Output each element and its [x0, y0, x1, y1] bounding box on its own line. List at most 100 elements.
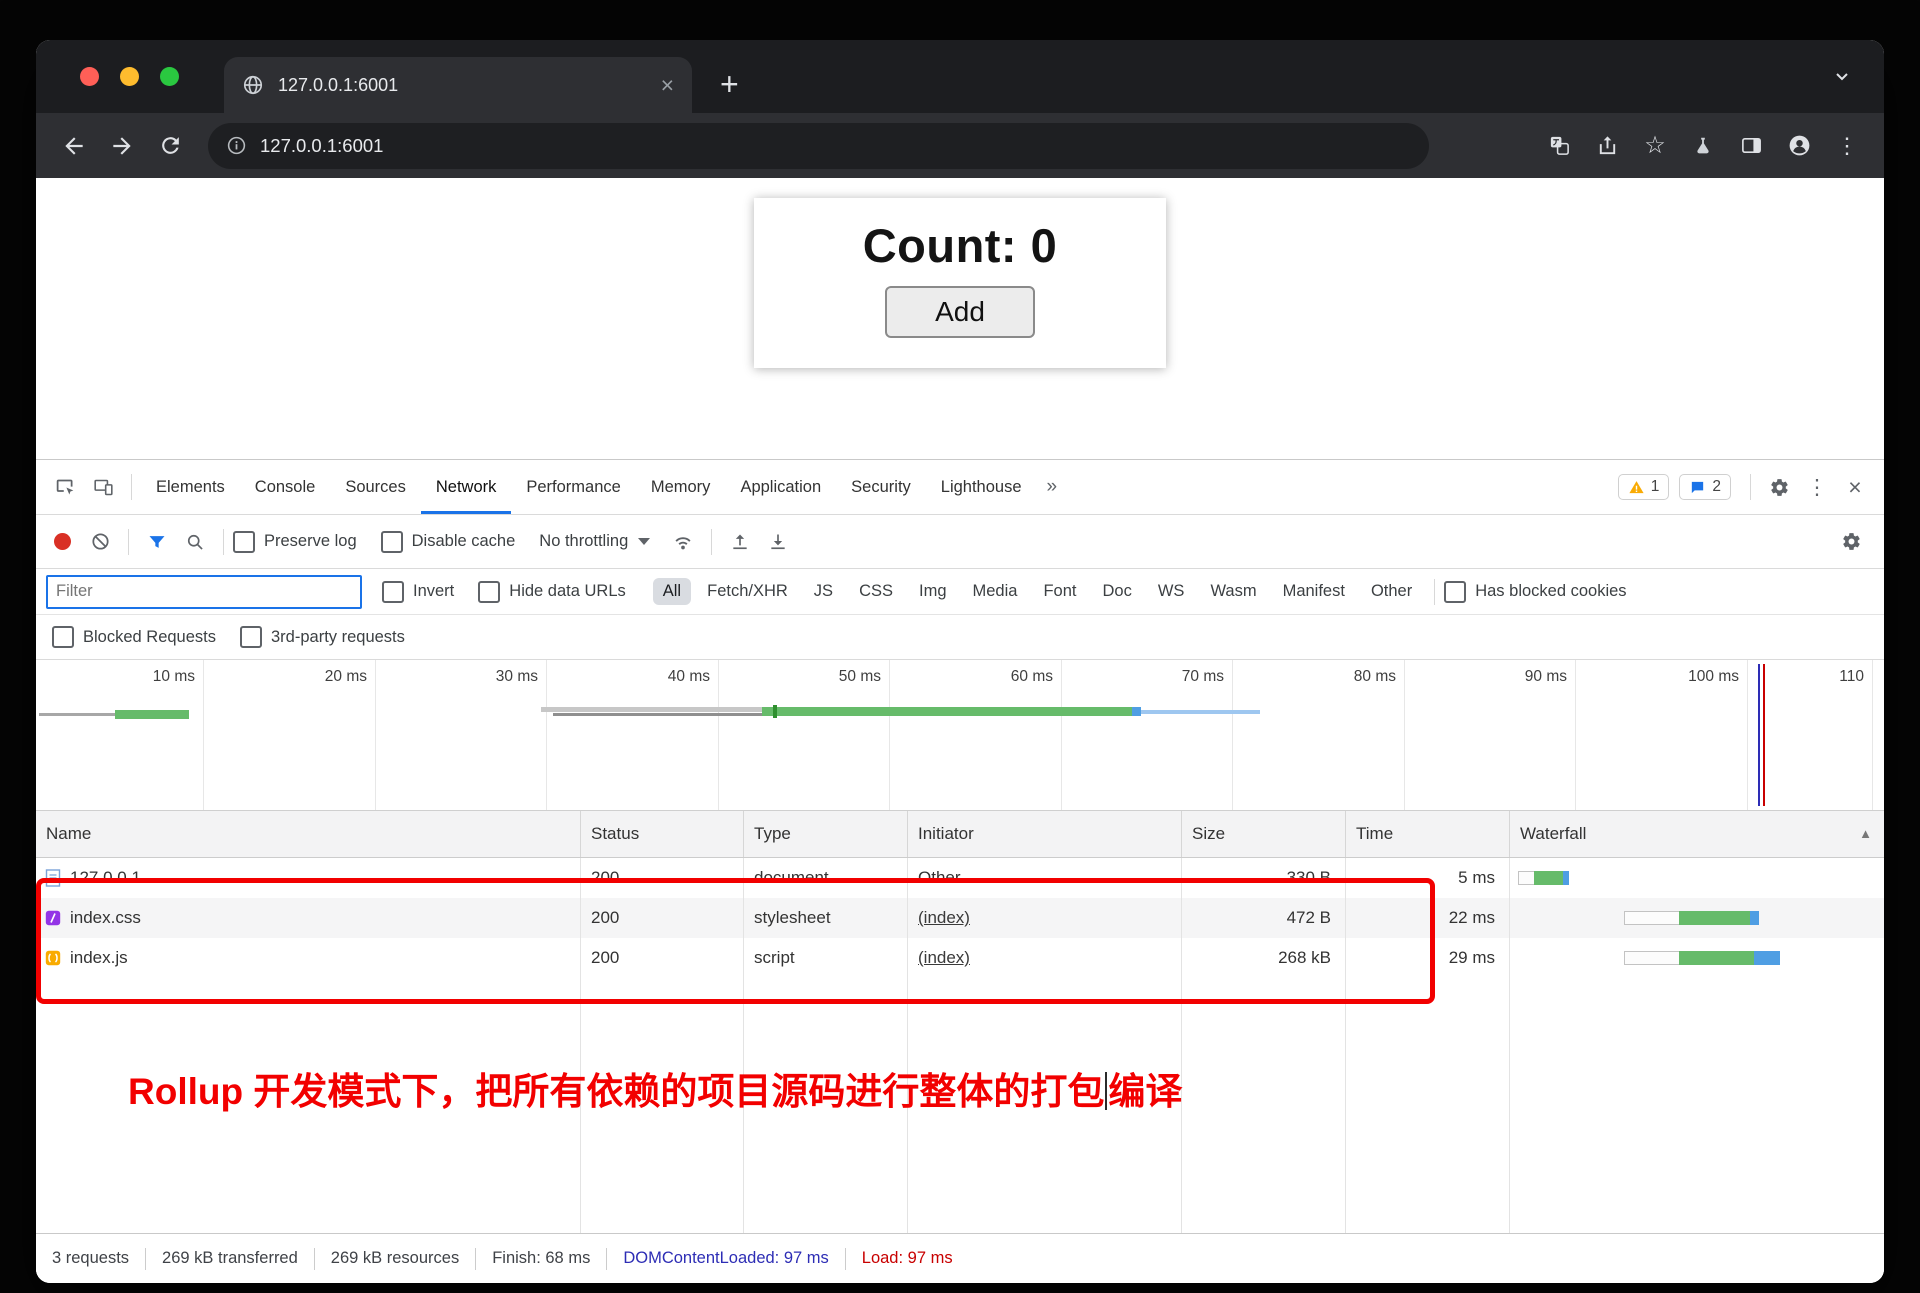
column-header-initiator[interactable]: Initiator	[908, 811, 1182, 857]
filter-type-css[interactable]: CSS	[849, 578, 903, 605]
disable-cache-checkbox[interactable]: Disable cache	[381, 531, 516, 553]
browser-tab[interactable]: 127.0.0.1:6001 ×	[224, 57, 692, 113]
export-har-icon[interactable]	[759, 515, 797, 568]
request-time: 29 ms	[1346, 938, 1510, 978]
tab-memory[interactable]: Memory	[636, 460, 726, 514]
inspect-element-icon[interactable]	[46, 460, 84, 514]
column-header-waterfall[interactable]: Waterfall ▲	[1510, 811, 1884, 857]
checkbox	[233, 531, 255, 553]
overview-request-bar	[1141, 710, 1260, 714]
initiator-link[interactable]: (index)	[918, 948, 970, 967]
table-row[interactable]: index.css 200 stylesheet (index) 472 B 2…	[36, 898, 1884, 938]
tab-sources[interactable]: Sources	[330, 460, 421, 514]
invert-checkbox[interactable]: Invert	[382, 581, 454, 603]
request-waterfall	[1510, 898, 1884, 938]
gridline	[889, 660, 890, 810]
column-header-time[interactable]: Time	[1346, 811, 1510, 857]
overview-request-bar	[115, 710, 189, 719]
tab-close-icon[interactable]: ×	[661, 74, 674, 97]
request-name: index.css	[70, 898, 141, 938]
column-header-type[interactable]: Type	[744, 811, 908, 857]
invert-label: Invert	[413, 582, 454, 601]
reload-button[interactable]	[148, 124, 192, 168]
browser-menu-icon[interactable]: ⋮	[1826, 124, 1868, 168]
column-header-name[interactable]: Name	[36, 811, 581, 857]
tab-lighthouse[interactable]: Lighthouse	[926, 460, 1037, 514]
devtools-settings-gear-icon[interactable]	[1760, 477, 1798, 498]
forward-button[interactable]	[100, 124, 144, 168]
filter-funnel-icon[interactable]	[138, 515, 176, 568]
has-blocked-cookies-label: Has blocked cookies	[1475, 582, 1626, 601]
tab-application[interactable]: Application	[725, 460, 836, 514]
request-time: 22 ms	[1346, 898, 1510, 938]
hide-data-urls-checkbox[interactable]: Hide data URLs	[478, 581, 625, 603]
issues-badge[interactable]: 2	[1679, 474, 1731, 500]
network-conditions-icon[interactable]	[664, 515, 702, 568]
close-window-button[interactable]	[80, 67, 99, 86]
filter-type-other[interactable]: Other	[1361, 578, 1422, 605]
filter-type-all[interactable]: All	[653, 578, 691, 605]
filter-type-media[interactable]: Media	[963, 578, 1028, 605]
tab-search-chevron-icon[interactable]	[1830, 64, 1854, 93]
more-tabs-icon[interactable]: »	[1037, 476, 1068, 498]
overview-request-bar	[762, 707, 1132, 716]
request-size: 330 B	[1182, 858, 1346, 898]
share-icon[interactable]	[1586, 124, 1628, 168]
initiator-link[interactable]: (index)	[918, 908, 970, 927]
new-tab-button[interactable]: +	[720, 68, 739, 100]
warnings-badge[interactable]: 1	[1618, 474, 1670, 500]
profile-avatar[interactable]	[1778, 124, 1820, 168]
zoom-window-button[interactable]	[160, 67, 179, 86]
network-overview-timeline[interactable]: 10 ms 20 ms 30 ms 40 ms 50 ms 60 ms 70 m…	[36, 660, 1884, 811]
column-header-status[interactable]: Status	[581, 811, 744, 857]
divider	[1434, 579, 1435, 605]
throttling-select[interactable]: No throttling	[539, 532, 650, 551]
tab-network[interactable]: Network	[421, 460, 512, 514]
network-filter-input[interactable]	[46, 575, 362, 609]
preserve-log-checkbox[interactable]: Preserve log	[233, 531, 357, 553]
site-info-icon[interactable]	[226, 135, 247, 156]
bookmark-star-icon[interactable]: ☆	[1634, 124, 1676, 168]
translate-icon[interactable]	[1538, 124, 1580, 168]
disable-cache-label: Disable cache	[412, 532, 516, 551]
device-toolbar-icon[interactable]	[84, 460, 122, 514]
devtools-close-icon[interactable]: ×	[1836, 476, 1874, 499]
tab-console[interactable]: Console	[240, 460, 331, 514]
has-blocked-cookies-checkbox[interactable]: Has blocked cookies	[1444, 581, 1626, 603]
network-status-bar: 3 requests 269 kB transferred 269 kB res…	[36, 1233, 1884, 1283]
load-time: Load: 97 ms	[862, 1249, 953, 1268]
tab-elements[interactable]: Elements	[141, 460, 240, 514]
column-header-size[interactable]: Size	[1182, 811, 1346, 857]
extension-flask-icon[interactable]	[1682, 124, 1724, 168]
filter-type-ws[interactable]: WS	[1148, 578, 1195, 605]
back-button[interactable]	[52, 124, 96, 168]
record-network-log-button[interactable]	[54, 533, 71, 550]
blocked-requests-checkbox[interactable]: Blocked Requests	[52, 626, 216, 648]
request-name: 127.0.0.1	[70, 858, 141, 898]
devtools-menu-icon[interactable]: ⋮	[1798, 475, 1836, 500]
filter-type-manifest[interactable]: Manifest	[1273, 578, 1355, 605]
clear-network-log-icon[interactable]	[81, 515, 119, 568]
import-har-icon[interactable]	[721, 515, 759, 568]
filter-type-img[interactable]: Img	[909, 578, 957, 605]
minimize-window-button[interactable]	[120, 67, 139, 86]
browser-toolbar: 127.0.0.1:6001 ☆	[36, 113, 1884, 178]
network-settings-gear-icon[interactable]	[1832, 515, 1870, 568]
filter-type-wasm[interactable]: Wasm	[1200, 578, 1266, 605]
table-row[interactable]: index.js 200 script (index) 268 kB 29 ms	[36, 938, 1884, 978]
tab-performance[interactable]: Performance	[511, 460, 635, 514]
filter-type-fetch-xhr[interactable]: Fetch/XHR	[697, 578, 798, 605]
filter-type-js[interactable]: JS	[804, 578, 843, 605]
time-tick-label: 50 ms	[797, 668, 881, 686]
dom-content-loaded-time: DOMContentLoaded: 97 ms	[623, 1249, 828, 1268]
add-button[interactable]: Add	[885, 286, 1035, 338]
third-party-requests-checkbox[interactable]: 3rd-party requests	[240, 626, 405, 648]
table-row[interactable]: 127.0.0.1 200 document Other 330 B 5 ms	[36, 858, 1884, 898]
filter-type-doc[interactable]: Doc	[1093, 578, 1142, 605]
overview-request-bar	[553, 713, 762, 716]
address-bar[interactable]: 127.0.0.1:6001	[208, 123, 1429, 169]
side-panel-icon[interactable]	[1730, 124, 1772, 168]
filter-type-font[interactable]: Font	[1033, 578, 1086, 605]
tab-security[interactable]: Security	[836, 460, 926, 514]
search-icon[interactable]	[176, 515, 214, 568]
